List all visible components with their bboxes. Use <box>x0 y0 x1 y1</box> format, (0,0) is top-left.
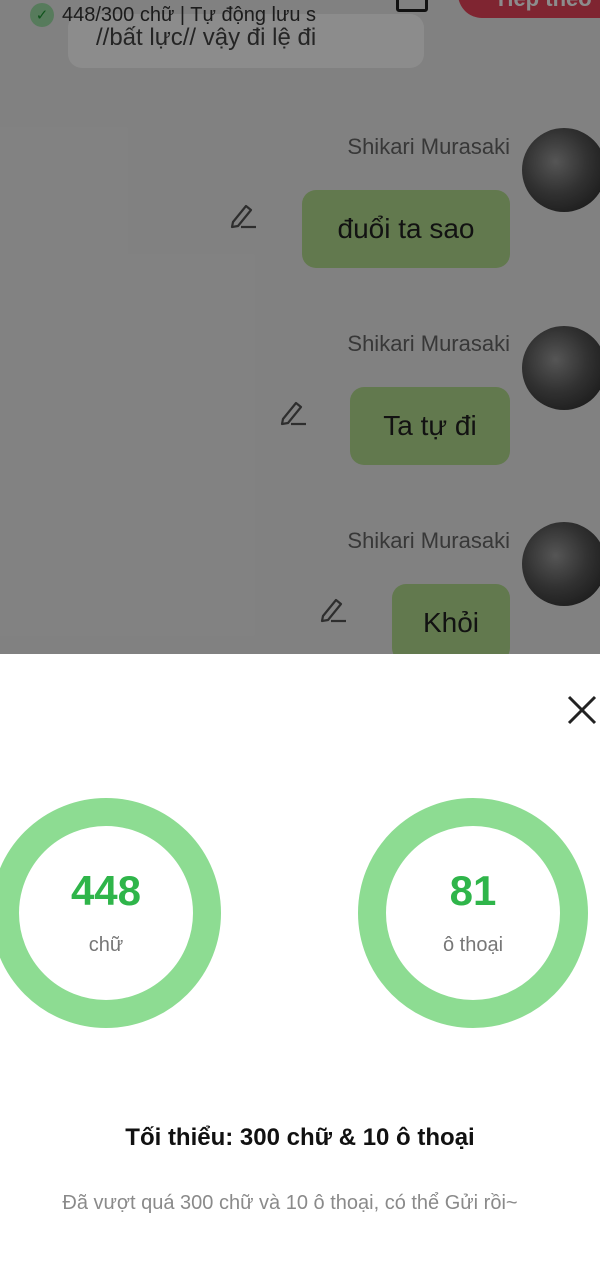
stats-bottom-sheet: 448 chữ 81 ô thoại Tối thiểu: 300 chữ & … <box>0 654 600 1287</box>
dialog-count-value: 81 <box>449 866 497 914</box>
check-circle-icon: ✓ <box>30 3 54 27</box>
chat-background: //bất lực// vậy đi lệ đi ✓ 448/300 chữ |… <box>0 0 600 654</box>
word-count-value: 448 <box>70 866 142 914</box>
message-author-name: Shikari Murasaki <box>347 528 510 553</box>
minimum-requirement: Tối thiểu: 300 chữ & 10 ô thoại <box>125 1124 475 1151</box>
pencil-icon[interactable] <box>228 200 258 230</box>
message-bubble[interactable]: Khỏi <box>392 584 510 654</box>
autosave-status: ✓ 448/300 chữ | Tự động lưu s <box>30 0 352 30</box>
next-button[interactable]: Tiếp theo <box>458 0 600 18</box>
message-author-name: Shikari Murasaki <box>347 134 510 159</box>
word-count-label: chữ <box>88 933 124 956</box>
pencil-icon[interactable] <box>318 594 348 624</box>
avatar[interactable] <box>522 522 600 606</box>
dim-overlay <box>0 0 600 654</box>
submit-hint: Đã vượt quá 300 chữ và 10 ô thoại, có th… <box>62 1192 518 1214</box>
close-icon[interactable] <box>562 690 600 730</box>
pencil-icon[interactable] <box>278 397 308 427</box>
message-author-name: Shikari Murasaki <box>347 331 510 356</box>
avatar[interactable] <box>522 128 600 212</box>
avatar[interactable] <box>522 326 600 410</box>
dialog-count-ring: 81 ô thoại <box>358 798 588 1028</box>
word-count-status: 448/300 chữ | Tự động lưu s <box>62 3 317 26</box>
preview-icon[interactable] <box>396 0 428 12</box>
word-count-ring: 448 chữ <box>0 798 221 1028</box>
message-bubble[interactable]: Ta tự đi <box>350 387 510 465</box>
dialog-count-label: ô thoại <box>442 933 504 956</box>
message-bubble[interactable]: đuổi ta sao <box>302 190 510 268</box>
